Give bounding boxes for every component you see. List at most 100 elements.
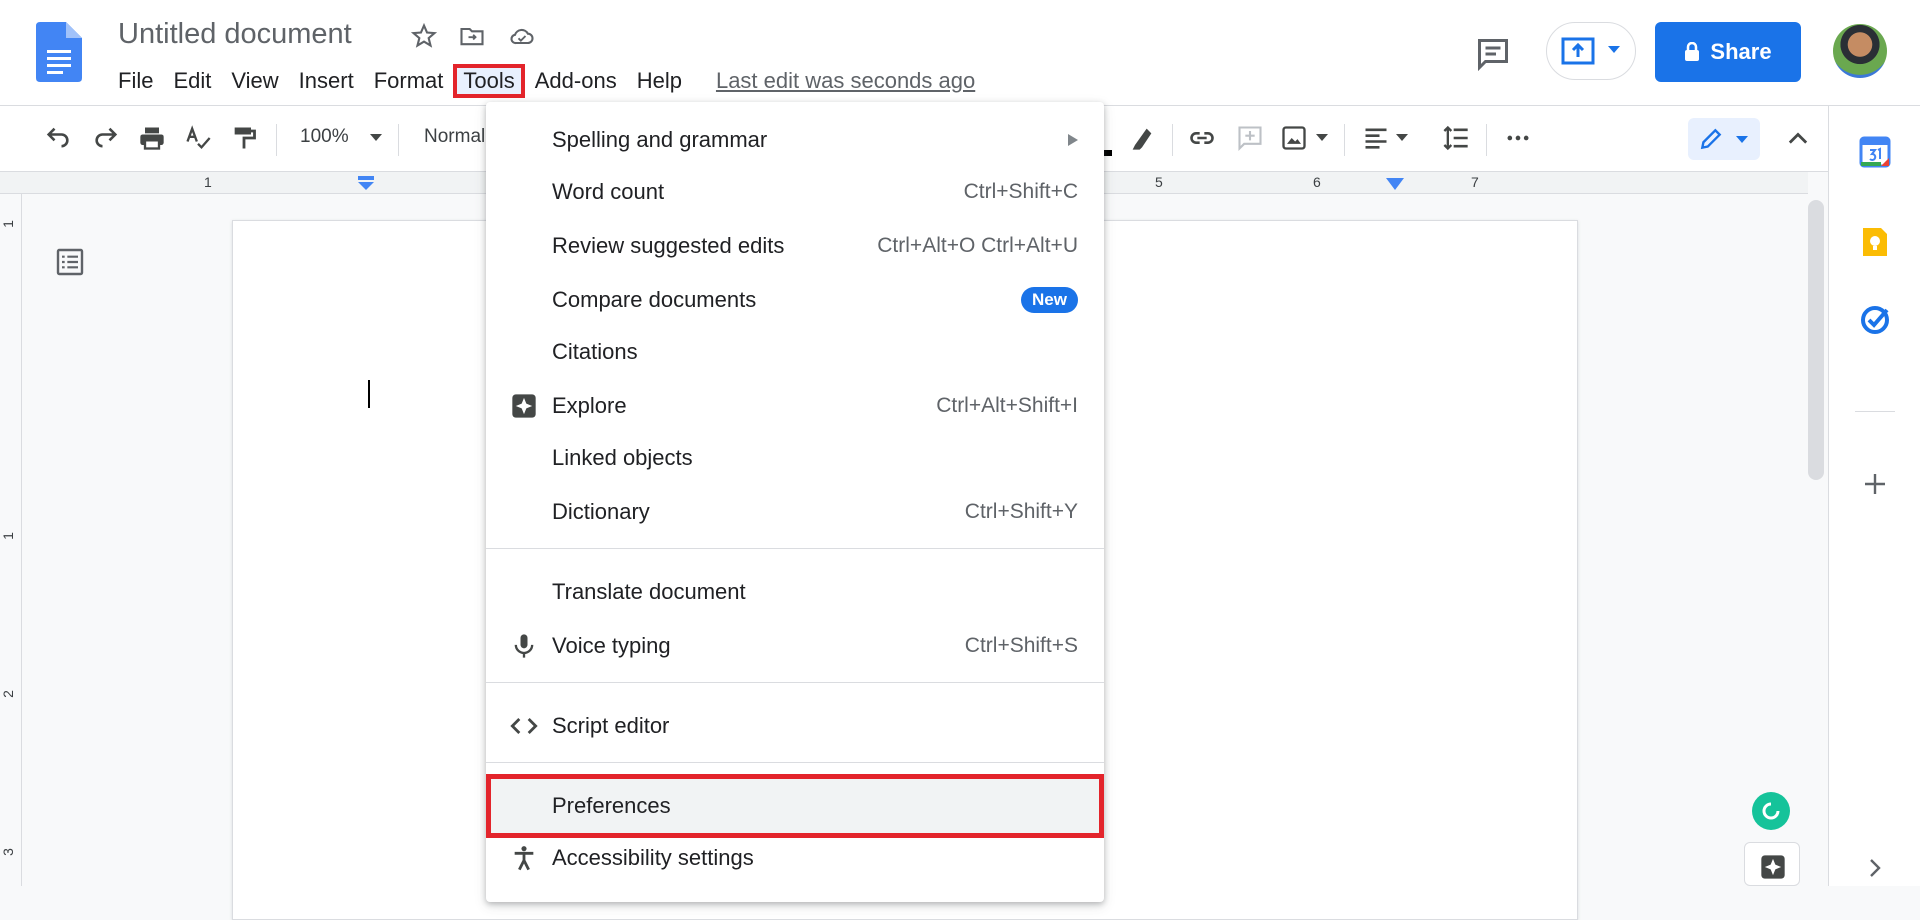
menu-item-label: Voice typing [552,633,671,658]
vertical-ruler[interactable]: 1 1 2 3 [0,194,22,886]
chevron-down-icon [1736,136,1748,143]
menu-item-accessibility-settings[interactable]: Accessibility settings [486,832,1104,884]
vertical-scrollbar[interactable] [1808,200,1824,480]
ruler-number: 1 [0,532,16,540]
menu-addons[interactable]: Add-ons [525,64,627,98]
more-options-icon[interactable] [1504,124,1532,152]
toolbar-divider [1486,124,1487,156]
docs-logo-icon[interactable] [36,22,82,82]
explore-icon [512,394,536,418]
editing-mode-button[interactable] [1688,118,1760,160]
present-icon [1561,37,1595,65]
calendar-icon[interactable] [1859,136,1891,168]
menu-item-script-editor[interactable]: Script editor [486,700,1104,752]
paint-format-icon[interactable] [230,124,258,152]
share-label: Share [1710,39,1772,64]
menu-item-citations[interactable]: Citations [486,326,1104,378]
toolbar-divider [1172,124,1173,156]
menu-item-linked-objects[interactable]: Linked objects [486,432,1104,484]
menu-item-voice-typing[interactable]: Voice typing Ctrl+Shift+S [486,620,1104,672]
menu-help[interactable]: Help [627,64,692,98]
menu-insert[interactable]: Insert [289,64,364,98]
avatar[interactable] [1833,24,1887,78]
menu-divider [486,548,1104,549]
menu-item-word-count[interactable]: Word count Ctrl+Shift+C [486,166,1104,218]
link-icon[interactable] [1188,124,1216,152]
chevron-down-icon[interactable] [1396,134,1408,142]
lock-icon [1685,42,1700,61]
menu-item-label: Accessibility settings [552,845,754,870]
document-title[interactable]: Untitled document [118,18,352,51]
move-folder-icon[interactable] [458,22,486,50]
toolbar-divider [398,124,399,156]
code-icon [510,718,538,734]
menu-item-shortcut: Ctrl+Shift+C [963,180,1078,203]
document-outline-icon[interactable] [54,246,86,278]
side-panel-divider [1855,411,1895,412]
menu-item-shortcut: Ctrl+Alt+O Ctrl+Alt+U [877,234,1078,257]
chevron-right-icon[interactable] [1859,852,1891,884]
menu-item-review-suggested-edits[interactable]: Review suggested edits Ctrl+Alt+O Ctrl+A… [486,220,1104,272]
zoom-select[interactable]: 100% [300,126,349,148]
collapse-menus-icon[interactable] [1784,124,1812,152]
menu-edit[interactable]: Edit [163,64,221,98]
toolbar-divider [276,124,277,156]
align-left-icon[interactable] [1362,124,1390,152]
ruler-number: 3 [0,848,16,856]
undo-icon[interactable] [44,124,72,152]
print-icon[interactable] [138,124,166,152]
chevron-down-icon[interactable] [370,134,382,142]
comment-history-icon[interactable] [1473,36,1513,72]
star-icon[interactable] [410,22,438,50]
line-spacing-icon[interactable] [1442,124,1470,152]
menu-divider [486,762,1104,763]
menu-item-translate-document[interactable]: Translate document [486,566,1104,618]
grammarly-icon [1762,802,1780,820]
ruler-number: 7 [1471,174,1479,190]
menu-item-label: Word count [552,179,665,204]
menu-item-shortcut: Ctrl+Shift+S [964,634,1078,657]
right-indent-marker[interactable] [1386,178,1404,190]
tasks-icon[interactable] [1859,304,1891,336]
redo-icon[interactable] [92,124,120,152]
menu-item-dictionary[interactable]: Dictionary Ctrl+Shift+Y [486,486,1104,538]
grammarly-button[interactable] [1752,792,1790,830]
ruler-number: 2 [0,690,16,698]
present-button[interactable] [1546,22,1636,80]
menu-item-compare-documents[interactable]: Compare documents New [486,274,1104,326]
text-cursor [368,380,370,408]
chevron-down-icon[interactable] [1316,134,1328,142]
share-button[interactable]: Share [1655,22,1801,82]
toolbar-divider [1344,124,1345,156]
menu-item-label: Review suggested edits [552,233,785,258]
left-indent-marker[interactable] [356,176,376,190]
menu-format[interactable]: Format [364,64,454,98]
menu-item-shortcut: Ctrl+Alt+Shift+I [936,394,1078,417]
pencil-icon [1700,128,1722,150]
menu-item-explore[interactable]: Explore Ctrl+Alt+Shift+I [486,380,1104,432]
paragraph-style-select[interactable]: Normal [424,126,485,148]
menu-item-label: Translate document [552,579,746,604]
last-edit-link[interactable]: Last edit was seconds ago [716,68,975,94]
highlight-icon[interactable] [1128,124,1156,152]
menu-item-label: Dictionary [552,499,650,524]
insert-image-icon[interactable] [1280,124,1308,152]
menu-divider [486,682,1104,683]
menu-view[interactable]: View [221,64,288,98]
menu-file[interactable]: File [108,64,163,98]
menu-item-preferences[interactable]: Preferences [486,774,1104,838]
explore-button[interactable] [1744,842,1800,886]
keep-icon[interactable] [1859,226,1891,258]
menu-item-label: Preferences [552,793,671,818]
menu-item-label: Citations [552,339,638,364]
text-color-swatch[interactable] [1104,150,1112,156]
explore-icon [1761,855,1785,879]
add-comment-icon[interactable] [1236,124,1264,152]
add-icon[interactable] [1859,468,1891,500]
menu-item-label: Linked objects [552,445,693,470]
menu-tools[interactable]: Tools [453,64,525,98]
submenu-arrow-icon [1068,134,1078,146]
menu-item-spelling-grammar[interactable]: Spelling and grammar [486,114,1104,166]
cloud-saved-icon[interactable] [508,22,536,50]
spellcheck-icon[interactable] [184,124,212,152]
